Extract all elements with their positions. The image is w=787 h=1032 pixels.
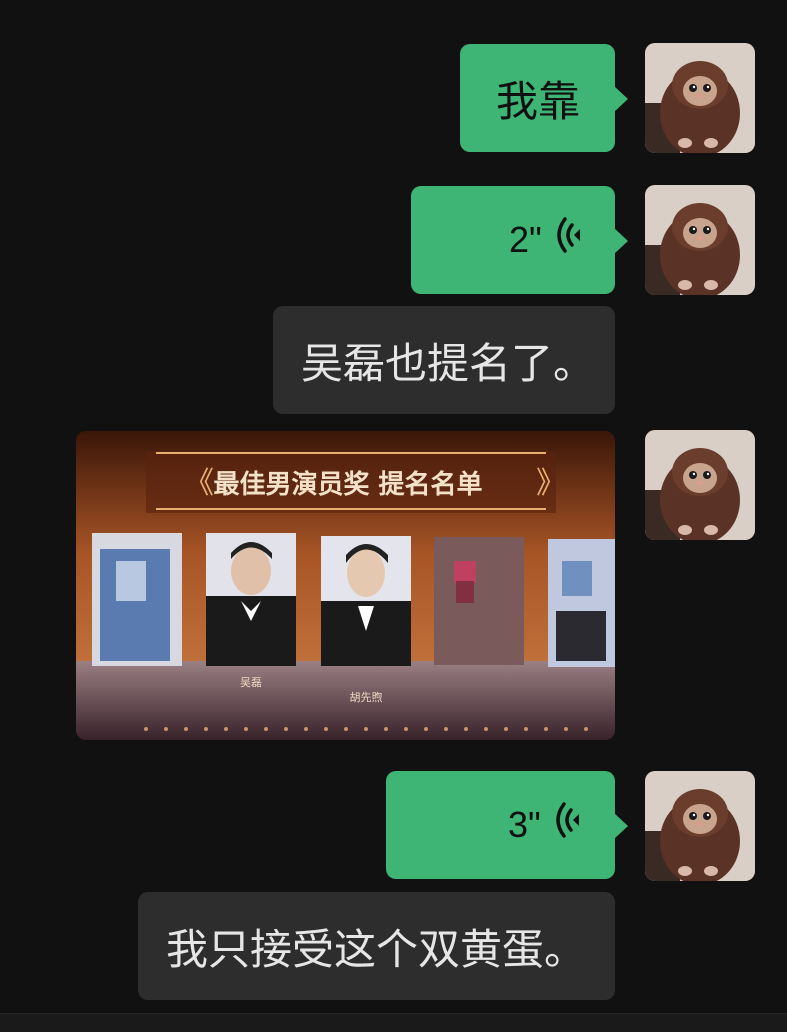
voice-message-bubble[interactable]: 3" <box>386 771 628 879</box>
message-text: 我靠 <box>496 76 581 126</box>
cat-avatar-icon <box>645 430 755 540</box>
voice-message-bubble[interactable]: 2" <box>411 186 628 294</box>
bubble-tail <box>614 228 628 254</box>
avatar[interactable] <box>645 430 755 540</box>
input-bar-edge <box>0 1013 787 1032</box>
nominee-name-label: 吴磊 <box>240 676 262 689</box>
svg-text:》: 》 <box>536 466 566 501</box>
message-bubble[interactable]: 我只接受这个双黄蛋。 <box>138 892 615 1000</box>
voice-wave-icon <box>555 800 585 850</box>
bubble-tail <box>614 86 628 112</box>
avatar[interactable] <box>645 43 755 153</box>
message-bubble[interactable]: 吴磊也提名了。 <box>273 306 615 414</box>
message-text: 我只接受这个双黄蛋。 <box>166 924 587 974</box>
cat-avatar-icon <box>645 185 755 295</box>
award-screen-photo: 《 》 最佳男演员奖 提名名单 吴磊 胡先煦 <box>76 431 615 740</box>
svg-text:《: 《 <box>184 466 214 501</box>
image-message[interactable]: 《 》 最佳男演员奖 提名名单 吴磊 胡先煦 <box>76 431 615 740</box>
bubble-tail <box>614 813 628 839</box>
message-text: 吴磊也提名了。 <box>301 338 596 388</box>
avatar[interactable] <box>645 185 755 295</box>
award-banner: 最佳男演员奖 提名名单 <box>213 469 482 500</box>
cat-avatar-icon <box>645 43 755 153</box>
message-bubble[interactable]: 我靠 <box>460 44 628 152</box>
voice-duration: 2" <box>509 219 542 260</box>
cat-avatar-icon <box>645 771 755 881</box>
nominee-name-label: 胡先煦 <box>350 690 383 704</box>
voice-wave-icon <box>556 215 586 265</box>
avatar[interactable] <box>645 771 755 881</box>
voice-duration: 3" <box>508 804 541 845</box>
